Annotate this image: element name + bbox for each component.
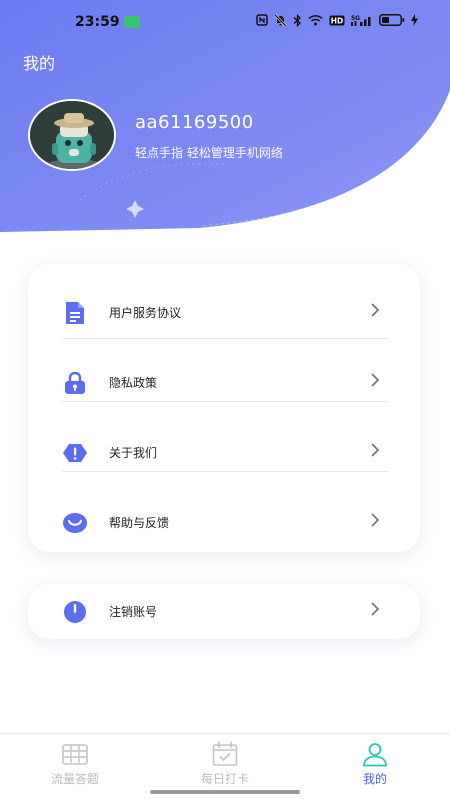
menu-item-privacy-policy[interactable]: 隐私政策 [28, 352, 420, 412]
page-title: 我的 [23, 54, 56, 73]
menu-item-about-us[interactable]: 关于我们 [28, 422, 420, 482]
chevron-right-icon [371, 443, 380, 457]
chevron-right-icon [371, 373, 380, 387]
battery-icon [379, 13, 405, 27]
menu-divider [62, 338, 388, 339]
status-bar: 23:59 HD 5G [0, 0, 450, 44]
menu-divider [62, 401, 388, 402]
calendar-icon [212, 741, 238, 766]
svg-text:HD: HD [331, 16, 344, 25]
avatar[interactable] [28, 99, 116, 171]
tab-label: 流量答题 [50, 772, 99, 786]
tab-label: 每日打卡 [200, 772, 249, 786]
bluetooth-icon [293, 13, 302, 27]
menu-item-help-feedback[interactable]: 帮助与反馈 [28, 492, 420, 552]
username: aa61169500 [135, 112, 254, 133]
info-icon [63, 444, 87, 462]
app-notification-icon [124, 16, 140, 28]
power-icon [64, 601, 86, 623]
charging-icon [411, 13, 418, 27]
mute-icon [274, 13, 287, 27]
document-icon [66, 302, 84, 324]
home-indicator[interactable] [150, 790, 300, 794]
profile-slogan: 轻点手指 轻松管理手机网络 [135, 146, 283, 160]
menu-item-label: 注销账号 [109, 605, 158, 619]
menu-item-label: 帮助与反馈 [109, 516, 170, 530]
menu-item-cancel-account[interactable]: 注销账号 [28, 581, 420, 641]
hd-icon: HD [329, 13, 345, 27]
menu-item-label: 关于我们 [109, 446, 158, 460]
nfc-icon [256, 13, 268, 27]
status-icons: HD 5G [256, 13, 418, 27]
user-icon [363, 743, 387, 767]
chevron-right-icon [371, 602, 380, 616]
menu-item-label: 隐私政策 [109, 376, 158, 390]
svg-text:5G: 5G [351, 15, 360, 22]
tab-label: 我的 [362, 772, 387, 786]
wifi-icon [308, 13, 323, 27]
tab-daily-checkin[interactable]: 每日打卡 [165, 739, 285, 789]
profile-header: 23:59 HD 5G 我的 aa61169500 轻点手指 轻松管理手机网络 [0, 0, 450, 232]
menu-divider [62, 471, 388, 472]
grid-icon [62, 744, 88, 765]
menu-item-label: 用户服务协议 [109, 306, 182, 320]
cancel-account-card: 注销账号 [28, 584, 420, 639]
tab-traffic-quiz[interactable]: 流量答题 [15, 739, 135, 789]
signal-icon: 5G [351, 13, 373, 27]
lock-icon [65, 371, 85, 394]
menu-card: 用户服务协议 隐私政策 关于我们 帮助与反馈 [28, 264, 420, 552]
tab-my-profile[interactable]: 我的 [315, 739, 435, 789]
menu-item-user-agreement[interactable]: 用户服务协议 [28, 282, 420, 342]
smile-icon [63, 513, 87, 533]
chevron-right-icon [371, 303, 380, 317]
chevron-right-icon [371, 513, 380, 527]
status-time: 23:59 [75, 14, 120, 30]
